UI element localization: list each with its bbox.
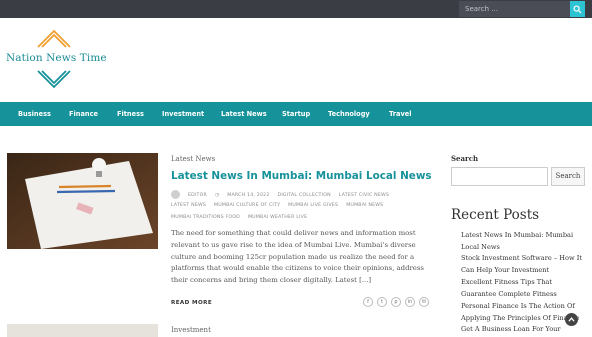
nav-item-investment[interactable]: Investment <box>162 102 204 126</box>
article-date: MARCH 14, 2022 <box>227 193 270 198</box>
tag-link[interactable]: LATEST NEWS <box>171 203 206 208</box>
article-thumbnail[interactable] <box>7 324 158 337</box>
email-icon[interactable]: ✉ <box>419 297 429 307</box>
search-icon <box>573 4 582 14</box>
top-search-input[interactable]: Search ... <box>459 1 570 17</box>
article-title[interactable]: Latest News In Mumbai: Mumbai Local News <box>171 170 432 182</box>
chevron-up-icon <box>568 317 575 322</box>
scroll-to-top-button[interactable] <box>565 313 578 326</box>
article-tags: LATEST NEWS MUMBAI CULTURE OF CITY MUMBAI … <box>171 203 391 208</box>
top-search-button[interactable] <box>570 1 585 17</box>
pinterest-icon[interactable]: p <box>391 297 401 307</box>
sidebar-search-input[interactable] <box>451 167 548 186</box>
nav-item-fitness[interactable]: Fitness <box>117 102 144 126</box>
facebook-icon[interactable]: f <box>363 297 373 307</box>
twitter-icon[interactable]: t <box>377 297 387 307</box>
recent-post-link[interactable]: Stock Investment Software – How It Can H… <box>461 253 587 276</box>
recent-post-link[interactable]: Get A Business Loan For Your <box>461 324 587 336</box>
recent-post-link[interactable]: Excellent Fitness Tips That Guarantee Co… <box>461 277 587 300</box>
nav-item-technology[interactable]: Technology <box>328 102 370 126</box>
nav-item-travel[interactable]: Travel <box>389 102 412 126</box>
recent-post-link[interactable]: Latest News In Mumbai: Mumbai Local News <box>461 230 587 253</box>
nav-item-business[interactable]: Business <box>18 102 51 126</box>
article-category[interactable]: Investment <box>171 326 211 334</box>
article-tags: MUMBAI TRADITIONS FOOD MUMBAI WEATHER LIV… <box>171 215 315 220</box>
sidebar-search-label: Search <box>451 154 479 163</box>
read-more-link[interactable]: READ MORE <box>171 300 212 306</box>
main-nav: Business Finance Fitness Investment Late… <box>0 102 592 126</box>
tag-link[interactable]: MUMBAI NEWS <box>346 203 383 208</box>
author-avatar <box>171 190 180 199</box>
article-excerpt: The need for something that could delive… <box>171 229 424 285</box>
linkedin-icon[interactable]: in <box>405 297 415 307</box>
tag-link[interactable]: MUMBAI LIVE GIVES <box>288 203 338 208</box>
nav-item-finance[interactable]: Finance <box>69 102 98 126</box>
clock-icon: ◷ <box>214 193 220 198</box>
article-category[interactable]: Latest News <box>171 155 215 163</box>
article-author[interactable]: EDITOR <box>188 193 207 198</box>
tag-link[interactable]: DIGITAL COLLECTION <box>278 193 331 198</box>
tag-link[interactable]: MUMBAI WEATHER LIVE <box>248 215 307 220</box>
article-meta: EDITOR ◷ MARCH 14, 2022 DIGITAL COLLECTION L… <box>171 190 397 199</box>
paper-lightbulb-image <box>7 153 158 249</box>
nav-item-startup[interactable]: Startup <box>282 102 310 126</box>
article-thumbnail[interactable] <box>7 153 158 249</box>
tag-link[interactable]: LATEST CIVIC NEWS <box>339 193 389 198</box>
tag-link[interactable]: MUMBAI CULTURE OF CITY <box>214 203 280 208</box>
recent-posts-title: Recent Posts <box>451 207 540 223</box>
sidebar-search-button[interactable]: Search <box>551 167 585 186</box>
nav-item-latest-news[interactable]: Latest News <box>221 102 267 126</box>
tag-link[interactable]: MUMBAI TRADITIONS FOOD <box>171 215 240 220</box>
site-title[interactable]: Nation News Time <box>6 52 107 64</box>
